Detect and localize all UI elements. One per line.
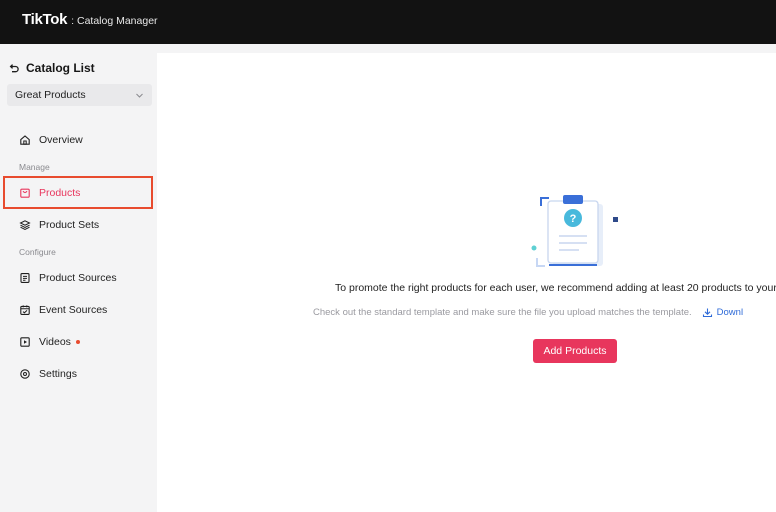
annotation-highlight-box — [3, 176, 153, 209]
sidebar-item-label: Videos — [39, 336, 71, 348]
layers-icon — [19, 219, 31, 231]
sidebar-item-label: Product Sets — [39, 219, 100, 231]
sidebar-item-settings[interactable]: Settings — [19, 368, 77, 380]
section-label-configure: Configure — [19, 247, 56, 257]
sidebar-item-overview[interactable]: Overview — [19, 134, 83, 146]
sidebar-item-videos[interactable]: Videos — [19, 336, 80, 348]
section-label-manage: Manage — [19, 162, 50, 172]
home-icon — [19, 134, 31, 146]
empty-clipboard-icon: ? — [531, 195, 618, 267]
gear-icon — [19, 368, 31, 380]
download-template-link[interactable]: Downl — [702, 307, 743, 318]
sidebar-item-event-sources[interactable]: Event Sources — [19, 304, 107, 316]
sidebar-item-label: Settings — [39, 368, 77, 380]
undo-arrow-icon — [8, 62, 20, 74]
new-badge-dot — [75, 340, 80, 344]
back-label: Catalog List — [26, 61, 95, 75]
sidebar-item-product-sources[interactable]: Product Sources — [19, 272, 117, 284]
sidebar-item-label: Product Sources — [39, 272, 117, 284]
download-icon — [702, 307, 713, 318]
add-products-button[interactable]: Add Products — [533, 339, 617, 363]
back-to-catalog-list[interactable]: Catalog List — [8, 61, 95, 75]
sidebar-item-label: Overview — [39, 134, 83, 146]
chevron-down-icon — [135, 91, 144, 100]
sidebar-item-label: Event Sources — [39, 304, 108, 316]
document-list-icon — [19, 272, 31, 284]
template-hint-text: Check out the standard template and make… — [313, 307, 692, 318]
sidebar: Catalog List Great Products Overview Man… — [0, 53, 157, 512]
catalog-select-value: Great Products — [15, 89, 86, 101]
main-content: ? To promote the right products for each… — [157, 53, 776, 512]
catalog-select[interactable]: Great Products — [7, 84, 152, 106]
header-divider — [0, 44, 776, 53]
sidebar-item-product-sets[interactable]: Product Sets — [19, 219, 99, 231]
calendar-icon — [19, 304, 31, 316]
svg-text:?: ? — [570, 213, 577, 225]
video-icon — [19, 336, 31, 348]
top-bar: TikTok : Catalog Manager — [0, 0, 776, 44]
brand-suffix: : Catalog Manager — [71, 15, 158, 27]
empty-state-title: To promote the right products for each u… — [335, 282, 776, 294]
brand-logo[interactable]: TikTok : Catalog Manager — [22, 11, 158, 28]
empty-state-subtitle: Check out the standard template and make… — [313, 307, 743, 318]
download-link-label: Downl — [716, 307, 744, 318]
brand-name: TikTok — [22, 11, 68, 28]
